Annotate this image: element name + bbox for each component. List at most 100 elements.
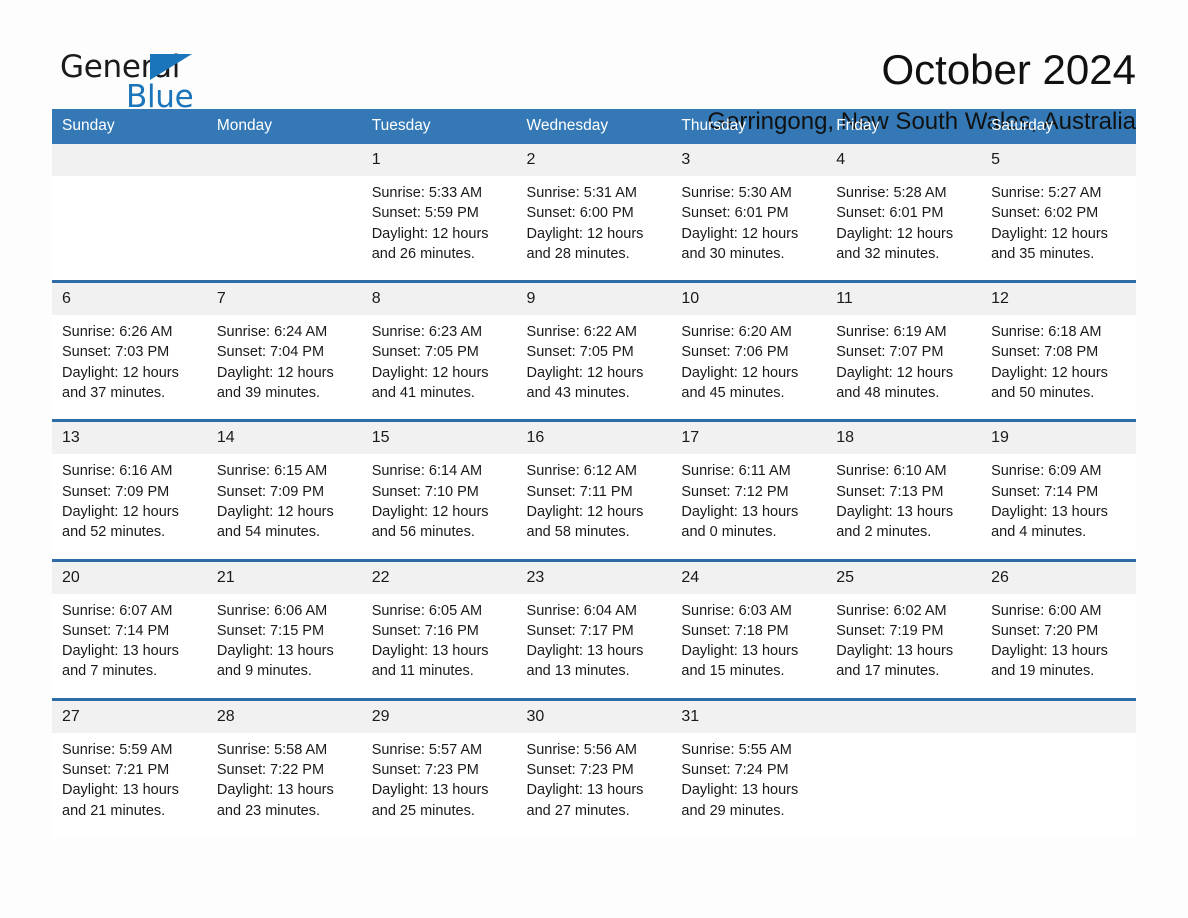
day-info-line: Daylight: 12 hours: [991, 225, 1108, 242]
calendar-day-cell[interactable]: 31 Sunrise: 5:55 AM Sunset: 7:24 PM Dayligh…: [671, 697, 827, 837]
calendar-day-cell[interactable]: 18 Sunrise: 6:10 AM Sunset: 7:13 PM Dayligh…: [826, 419, 982, 561]
day-info-line: Sunset: 7:07 PM: [836, 344, 944, 361]
day-info-line: Sunset: 6:01 PM: [836, 205, 944, 222]
calendar-day-cell[interactable]: 13 Sunrise: 6:16 AM Sunset: 7:09 PM Dayligh…: [52, 419, 207, 561]
day-info-line: Daylight: 12 hours: [216, 503, 334, 520]
day-info-line: Sunset: 6:01 PM: [681, 205, 789, 222]
day-sun-info: Sunrise: 5:30 AM Sunset: 6:01 PM Daylight:…: [671, 176, 826, 280]
day-info-line: and 13 minutes.: [526, 663, 630, 680]
day-info-line: Sunset: 7:23 PM: [526, 762, 634, 779]
day-sun-info: Sunrise: 6:16 AM Sunset: 7:09 PM Daylight:…: [52, 454, 207, 558]
calendar-day-cell[interactable]: 17 Sunrise: 6:11 AM Sunset: 7:12 PM Dayligh…: [671, 419, 827, 561]
sunrise-sunset-calendar: Sunday Monday Tuesday Wednesday Thursday Frid…: [52, 109, 1136, 837]
day-info-line: Sunset: 7:08 PM: [991, 344, 1099, 361]
calendar-day-cell[interactable]: 20 Sunrise: 6:07 AM Sunset: 7:14 PM Dayligh…: [52, 558, 207, 700]
calendar-day-cell-empty: [826, 697, 982, 837]
calendar-day-cell[interactable]: 11 Sunrise: 6:19 AM Sunset: 7:07 PM Dayligh…: [826, 280, 982, 421]
calendar-day-cell[interactable]: 1 Sunrise: 5:33 AM Sunset: 5:59 PM Daylight…: [361, 144, 517, 282]
day-info-line: Sunrise: 6:07 AM: [62, 602, 173, 619]
day-info-line: Sunset: 7:18 PM: [681, 622, 789, 639]
day-sun-info: Sunrise: 6:24 AM Sunset: 7:04 PM Daylight:…: [207, 315, 362, 419]
calendar-body: 1 Sunrise: 5:33 AM Sunset: 5:59 PM Daylight…: [52, 144, 1136, 837]
general-blue-logo[interactable]: General Blue: [52, 46, 212, 120]
day-info-line: and 35 minutes.: [991, 245, 1095, 262]
day-info-line: Daylight: 13 hours: [681, 782, 799, 799]
day-info-line: Daylight: 13 hours: [681, 503, 799, 520]
day-sun-info: Sunrise: 5:58 AM Sunset: 7:22 PM Daylight:…: [207, 733, 362, 837]
calendar-day-cell[interactable]: 19 Sunrise: 6:09 AM Sunset: 7:14 PM Dayligh…: [981, 419, 1136, 561]
day-info-line: and 7 minutes.: [62, 663, 158, 680]
calendar-day-cell[interactable]: 9 Sunrise: 6:22 AM Sunset: 7:05 PM Daylight…: [516, 280, 672, 421]
day-number: 11: [826, 283, 982, 316]
day-info-line: Daylight: 13 hours: [681, 643, 799, 660]
calendar-day-cell[interactable]: 26 Sunrise: 6:00 AM Sunset: 7:20 PM Dayligh…: [981, 558, 1136, 700]
calendar-day-cell[interactable]: 30 Sunrise: 5:56 AM Sunset: 7:23 PM Dayligh…: [516, 697, 672, 837]
calendar-day-cell[interactable]: 28 Sunrise: 5:58 AM Sunset: 7:22 PM Dayligh…: [206, 697, 362, 837]
calendar-day-cell[interactable]: 6 Sunrise: 6:26 AM Sunset: 7:03 PM Daylight…: [52, 280, 207, 421]
day-info-line: and 2 minutes.: [836, 524, 932, 541]
calendar-day-cell[interactable]: 4 Sunrise: 5:28 AM Sunset: 6:01 PM Daylight…: [826, 144, 982, 282]
day-info-line: and 17 minutes.: [836, 663, 940, 680]
calendar-day-cell[interactable]: 2 Sunrise: 5:31 AM Sunset: 6:00 PM Daylight…: [516, 144, 672, 282]
day-info-line: and 26 minutes.: [371, 245, 475, 262]
calendar-day-cell-empty: [52, 144, 207, 282]
day-number: 28: [206, 700, 362, 733]
day-number: 3: [671, 144, 827, 176]
day-info-line: and 45 minutes.: [681, 385, 785, 402]
location-subtitle: Gerringong, New South Wales, Australia: [707, 108, 1136, 136]
calendar-week-row: 27 Sunrise: 5:59 AM Sunset: 7:21 PM Dayligh…: [52, 697, 1136, 837]
day-info-line: Sunset: 7:19 PM: [836, 622, 944, 639]
day-info-line: Sunrise: 6:22 AM: [526, 324, 637, 341]
calendar-day-cell-empty: [981, 697, 1136, 837]
calendar-day-cell[interactable]: 15 Sunrise: 6:14 AM Sunset: 7:10 PM Dayligh…: [361, 419, 517, 561]
calendar-page: General Blue October 2024 Gerringong, Ne…: [0, 0, 1188, 918]
calendar-day-cell[interactable]: 22 Sunrise: 6:05 AM Sunset: 7:16 PM Dayligh…: [361, 558, 517, 700]
day-sun-info: Sunrise: 5:33 AM Sunset: 5:59 PM Daylight:…: [362, 176, 517, 280]
day-number: 30: [516, 700, 672, 733]
calendar-day-cell[interactable]: 16 Sunrise: 6:12 AM Sunset: 7:11 PM Dayligh…: [516, 419, 672, 561]
day-sun-info: Sunrise: 6:10 AM Sunset: 7:13 PM Daylight:…: [826, 454, 981, 558]
day-info-line: Sunset: 6:00 PM: [526, 205, 634, 222]
day-info-line: Sunrise: 5:57 AM: [371, 741, 483, 758]
calendar-day-cell[interactable]: 23 Sunrise: 6:04 AM Sunset: 7:17 PM Dayligh…: [516, 558, 672, 700]
day-info-line: Sunrise: 5:33 AM: [371, 185, 483, 201]
day-info-line: Sunrise: 6:05 AM: [371, 602, 483, 619]
calendar-day-cell[interactable]: 8 Sunrise: 6:23 AM Sunset: 7:05 PM Daylight…: [361, 280, 517, 421]
calendar-day-cell[interactable]: 29 Sunrise: 5:57 AM Sunset: 7:23 PM Dayligh…: [361, 697, 517, 837]
day-sun-info: Sunrise: 6:12 AM Sunset: 7:11 PM Daylight:…: [517, 454, 672, 558]
day-info-line: and 23 minutes.: [216, 802, 321, 819]
day-info-line: Daylight: 13 hours: [991, 643, 1108, 660]
day-number: 1: [361, 144, 517, 176]
day-info-line: Daylight: 12 hours: [371, 225, 489, 242]
day-info-line: and 50 minutes.: [991, 385, 1095, 402]
day-info-line: Daylight: 13 hours: [526, 643, 644, 660]
day-number: 16: [516, 422, 672, 455]
day-sun-info: [207, 176, 362, 183]
calendar-day-cell[interactable]: 10 Sunrise: 6:20 AM Sunset: 7:06 PM Dayligh…: [671, 280, 827, 421]
day-info-line: Sunrise: 5:59 AM: [62, 741, 173, 758]
day-info-line: Sunset: 6:02 PM: [991, 205, 1099, 222]
calendar-day-cell[interactable]: 12 Sunrise: 6:18 AM Sunset: 7:08 PM Dayligh…: [981, 280, 1136, 421]
calendar-day-cell[interactable]: 25 Sunrise: 6:02 AM Sunset: 7:19 PM Dayligh…: [826, 558, 982, 700]
calendar-day-cell[interactable]: 5 Sunrise: 5:27 AM Sunset: 6:02 PM Daylight…: [981, 144, 1136, 282]
day-info-line: Daylight: 13 hours: [371, 643, 489, 660]
calendar-day-cell[interactable]: 14 Sunrise: 6:15 AM Sunset: 7:09 PM Dayligh…: [206, 419, 362, 561]
day-info-line: Sunset: 7:16 PM: [371, 622, 479, 639]
calendar-day-cell[interactable]: 7 Sunrise: 6:24 AM Sunset: 7:04 PM Daylight…: [206, 280, 362, 421]
day-info-line: Sunrise: 6:11 AM: [681, 463, 791, 480]
day-sun-info: Sunrise: 6:14 AM Sunset: 7:10 PM Daylight:…: [362, 454, 517, 558]
day-number: 17: [671, 422, 827, 455]
calendar-day-cell[interactable]: 21 Sunrise: 6:06 AM Sunset: 7:15 PM Dayligh…: [206, 558, 362, 700]
day-number: [206, 144, 362, 176]
day-info-line: Sunset: 7:15 PM: [216, 622, 325, 639]
calendar-day-cell[interactable]: 27 Sunrise: 5:59 AM Sunset: 7:21 PM Dayligh…: [52, 697, 207, 837]
calendar-day-cell[interactable]: 24 Sunrise: 6:03 AM Sunset: 7:18 PM Dayligh…: [671, 558, 827, 700]
day-info-line: Sunset: 7:22 PM: [216, 762, 325, 779]
day-info-line: Daylight: 12 hours: [681, 364, 799, 381]
day-info-line: and 9 minutes.: [216, 663, 312, 680]
calendar-day-cell[interactable]: 3 Sunrise: 5:30 AM Sunset: 6:01 PM Daylight…: [671, 144, 827, 282]
day-info-line: Sunrise: 6:23 AM: [371, 324, 483, 341]
day-info-line: Sunrise: 5:30 AM: [681, 185, 792, 201]
day-info-line: and 27 minutes.: [526, 802, 630, 819]
day-info-line: Sunrise: 6:02 AM: [836, 602, 947, 619]
